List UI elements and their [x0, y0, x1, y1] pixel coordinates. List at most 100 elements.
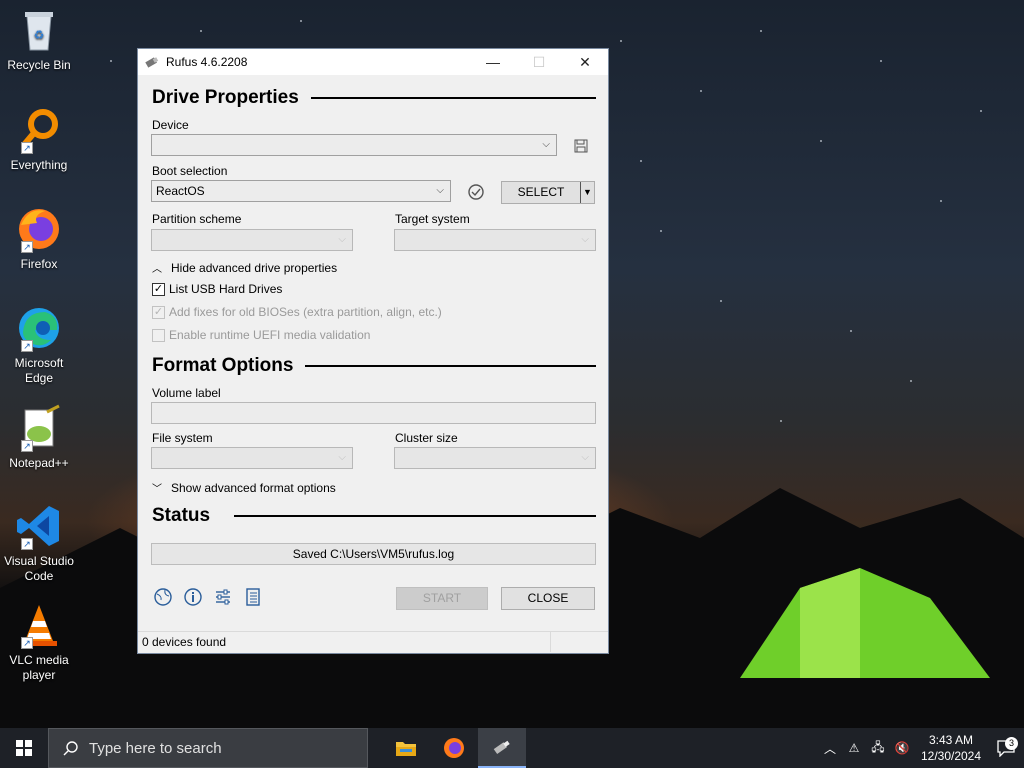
maximize-button[interactable]: ☐	[516, 49, 562, 75]
clock[interactable]: 3:43 AM 12/30/2024	[914, 732, 988, 764]
divider	[310, 97, 596, 99]
desktop-icon-vscode[interactable]: ↗ Visual Studio Code	[4, 502, 74, 584]
check-circle-icon[interactable]	[467, 183, 485, 201]
rufus-window: Rufus 4.6.2208 — ☐ ✕ Drive Properties De…	[137, 48, 609, 654]
partition-scheme-dropdown[interactable]: ⌵	[151, 229, 353, 251]
file-system-label: File system	[152, 431, 213, 445]
target-system-dropdown[interactable]: ⌵	[394, 229, 596, 251]
partition-scheme-label: Partition scheme	[152, 212, 242, 226]
desktop-icon-label: Everything	[10, 158, 68, 172]
list-usb-checkbox[interactable]: ✓ List USB Hard Drives	[152, 282, 282, 296]
volume-label-label: Volume label	[152, 386, 221, 400]
search-placeholder: Type here to search	[89, 739, 222, 757]
clock-date: 12/30/2024	[920, 749, 982, 763]
format-options-title: Format Options	[152, 355, 294, 376]
taskbar: Type here to search ︿ ⚠ 🖧 🔇 3:43 AM 12/3…	[0, 728, 1024, 768]
devices-found-text: 0 devices found	[142, 635, 227, 649]
desktop-icon-label: Visual Studio Code	[4, 554, 74, 583]
shortcut-arrow-icon: ↗	[21, 340, 33, 352]
vlc-cone-icon: ↗	[15, 601, 63, 649]
volume-muted-icon[interactable]: 🔇	[890, 741, 914, 755]
system-tray: ︿ ⚠ 🖧 🔇 3:43 AM 12/30/2024 3	[818, 728, 1024, 768]
notification-count-badge: 3	[1005, 737, 1018, 750]
show-advanced-format-toggle[interactable]: ﹀ Show advanced format options	[152, 480, 336, 496]
boot-selection-label: Boot selection	[152, 164, 228, 178]
uefi-validation-checkbox[interactable]: Enable runtime UEFI media validation	[152, 328, 370, 342]
search-icon	[63, 741, 78, 756]
chevron-down-icon: ⌵	[542, 139, 550, 150]
desktop-icon-notepadpp[interactable]: ↗ Notepad++	[4, 404, 74, 471]
recycle-bin-icon: ♻	[15, 6, 63, 54]
divider	[305, 365, 596, 367]
start-button[interactable]: START	[396, 587, 488, 610]
chevron-up-icon: ︿	[152, 264, 162, 275]
drive-properties-header: Drive Properties	[152, 87, 596, 109]
notepadpp-icon: ↗	[15, 404, 63, 452]
drive-properties-title: Drive Properties	[152, 87, 299, 108]
settings-sliders-icon[interactable]	[213, 587, 233, 607]
desktop-icon-recycle-bin[interactable]: ♻ Recycle Bin	[4, 6, 74, 73]
hide-advanced-drive-toggle[interactable]: ︿ Hide advanced drive properties	[152, 260, 337, 276]
select-split-arrow-icon[interactable]: ▼	[580, 182, 594, 203]
chevron-down-icon: ⌵	[581, 234, 589, 245]
checkbox-checked-icon: ✓	[152, 305, 165, 319]
title-bar[interactable]: Rufus 4.6.2208 — ☐ ✕	[138, 49, 608, 75]
desktop-icon-vlc[interactable]: ↗ VLC media player	[4, 601, 74, 683]
svg-text:♻: ♻	[34, 28, 45, 42]
chevron-down-icon: ﹀	[152, 484, 162, 495]
taskbar-file-explorer[interactable]	[382, 728, 430, 768]
minimize-button[interactable]: —	[470, 49, 516, 75]
firefox-icon	[444, 738, 464, 758]
clock-time: 3:43 AM	[928, 733, 974, 747]
taskbar-search-box[interactable]: Type here to search	[48, 728, 368, 768]
notification-center-button[interactable]: 3	[988, 737, 1024, 757]
uefi-validation-label: Enable runtime UEFI media validation	[169, 328, 371, 342]
taskbar-firefox[interactable]	[430, 728, 478, 768]
shortcut-arrow-icon: ↗	[21, 637, 33, 649]
device-dropdown[interactable]: ⌵	[151, 134, 557, 156]
desktop-icon-label: Recycle Bin	[7, 58, 71, 72]
shortcut-arrow-icon: ↗	[21, 440, 33, 452]
select-button[interactable]: SELECT ▼	[501, 181, 595, 204]
usb-drive-icon	[145, 57, 159, 68]
close-button[interactable]: CLOSE	[501, 587, 595, 610]
desktop-icon-label: VLC media player	[9, 653, 69, 682]
taskbar-rufus[interactable]	[478, 728, 526, 768]
volume-label-input[interactable]	[151, 402, 596, 424]
footer-divider	[550, 632, 551, 652]
cluster-size-dropdown[interactable]: ⌵	[394, 447, 596, 469]
boot-selection-dropdown[interactable]: ReactOS ⌵	[151, 180, 451, 202]
everything-magnifier-icon: ↗	[15, 106, 63, 154]
start-button[interactable]	[0, 728, 48, 768]
globe-language-icon[interactable]	[153, 587, 173, 607]
select-button-label: SELECT	[517, 185, 565, 199]
list-usb-label: List USB Hard Drives	[169, 282, 283, 296]
format-options-header: Format Options	[152, 355, 596, 377]
checkbox-unchecked-icon	[152, 328, 165, 342]
desktop-icon-edge[interactable]: ↗ Microsoft Edge	[4, 304, 74, 386]
old-bios-label: Add fixes for old BIOSes (extra partitio…	[169, 305, 442, 319]
old-bios-checkbox[interactable]: ✓ Add fixes for old BIOSes (extra partit…	[152, 305, 442, 319]
chevron-down-icon: ⌵	[338, 452, 346, 463]
window-title: Rufus 4.6.2208	[166, 55, 248, 69]
desktop-icon-everything[interactable]: ↗ Everything	[4, 106, 74, 173]
status-message-bar: Saved C:\Users\VM5\rufus.log	[151, 543, 596, 565]
boot-selection-value: ReactOS	[156, 184, 205, 198]
log-icon[interactable]	[243, 587, 263, 607]
desktop-icon-firefox[interactable]: ↗ Firefox	[4, 205, 74, 272]
network-warning-icon[interactable]: ⚠	[842, 741, 866, 755]
network-icon[interactable]: 🖧	[866, 738, 890, 759]
desktop-icon-label: Firefox	[20, 257, 58, 271]
chevron-up-icon[interactable]: ︿	[818, 740, 842, 757]
file-system-dropdown[interactable]: ⌵	[151, 447, 353, 469]
status-footer: 0 devices found	[138, 631, 608, 653]
save-icon[interactable]	[573, 138, 589, 154]
edge-icon: ↗	[15, 304, 63, 352]
chevron-down-icon: ⌵	[338, 234, 346, 245]
windows-logo-icon	[16, 740, 32, 756]
folder-icon	[396, 742, 416, 756]
close-window-button[interactable]: ✕	[562, 49, 608, 75]
chevron-down-icon: ⌵	[436, 185, 444, 196]
info-icon[interactable]	[183, 587, 203, 607]
shortcut-arrow-icon: ↗	[21, 241, 33, 253]
